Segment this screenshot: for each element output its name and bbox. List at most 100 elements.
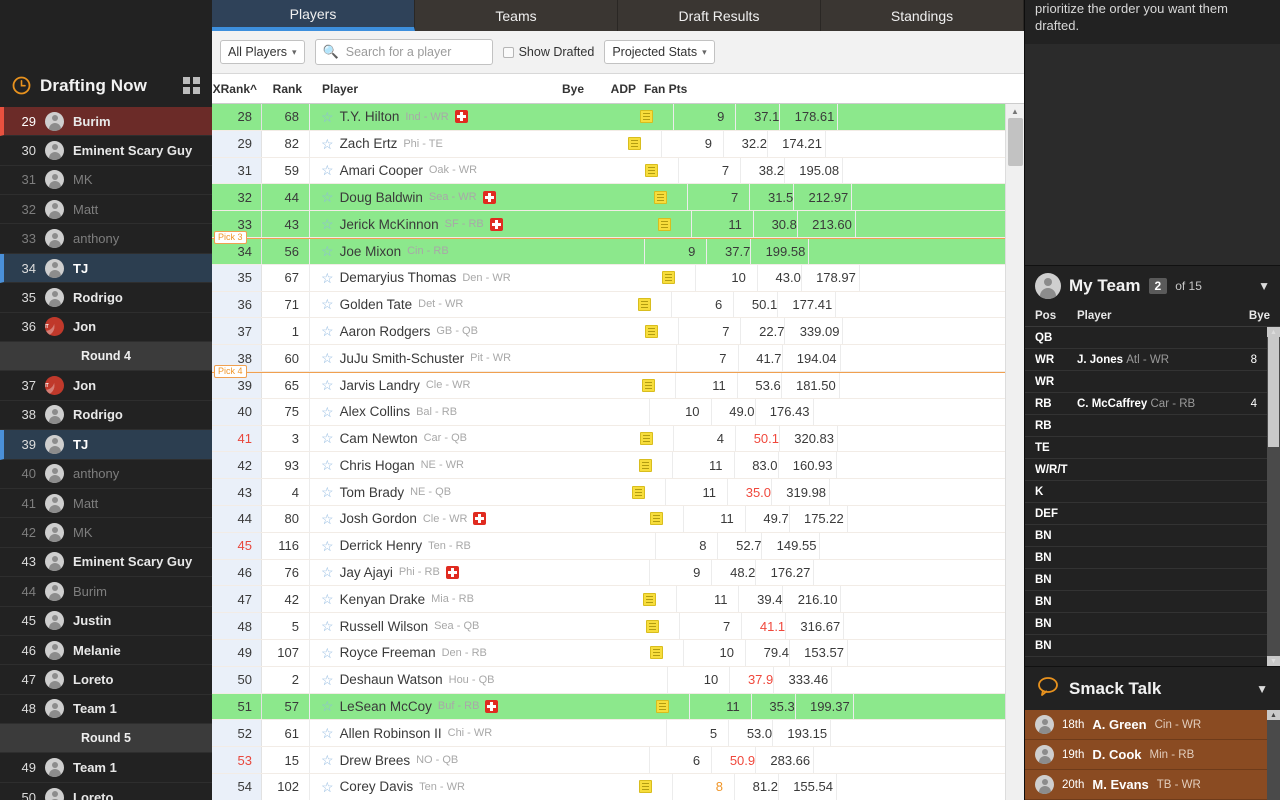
table-row[interactable]: 35 67 ☆ Demaryius Thomas Den - WR 10 43.0 178.9… [212,264,1005,292]
player-name[interactable]: Joe Mixon [340,244,402,259]
roster-slot[interactable]: BN [1025,613,1267,635]
table-row[interactable]: 40 75 ☆ Alex Collins Bal - RB 10 49.0 176.43 [212,398,1005,426]
pick-row[interactable]: 48 Team 1 [0,695,212,725]
news-note-icon[interactable] [654,190,668,204]
cell-player[interactable]: ☆ Josh Gordon Cle - WR [310,505,684,532]
tab-draft-results[interactable]: Draft Results [618,0,821,31]
column-header-player[interactable]: Player [310,82,532,96]
player-name[interactable]: Jerick McKinnon [340,217,439,232]
table-row[interactable]: 50 2 ☆ Deshaun Watson Hou - QB 10 37.9 333.46 [212,666,1005,694]
cell-player[interactable]: ☆ Amari Cooper Oak - WR [310,157,680,184]
watchlist-star-icon[interactable]: ☆ [321,324,334,338]
tab-teams[interactable]: Teams [415,0,618,31]
roster-slot[interactable]: DEF [1025,503,1267,525]
pick-row[interactable]: 42 MK [0,518,212,548]
pick-row[interactable]: 47 Loreto [0,665,212,695]
table-row[interactable]: Pick 4 39 65 ☆ Jarvis Landry Cle - WR 11 53.6 18… [212,364,1005,399]
news-note-icon[interactable] [643,592,657,606]
news-note-icon[interactable] [627,137,641,151]
player-name[interactable]: Amari Cooper [340,163,423,178]
player-name[interactable]: Russell Wilson [340,619,429,634]
roster-rows[interactable]: QB WR J. Jones Atl - WR 8 WR RB C. McCaffrey C… [1025,327,1267,666]
watchlist-star-icon[interactable]: ☆ [321,485,334,499]
pick-row[interactable]: 38 Rodrigo [0,401,212,431]
cell-player[interactable]: ☆ Kenyan Drake Mia - RB [310,586,678,613]
pick-row[interactable]: 32 Matt [0,195,212,225]
smack-talk-header[interactable]: Smack Talk ▼ [1025,666,1280,710]
show-drafted-checkbox[interactable] [502,46,514,58]
tab-bar[interactable]: Players Teams Draft Results Standings [212,0,1024,31]
roster-slot[interactable]: K [1025,481,1267,503]
table-row[interactable]: 49 107 ☆ Royce Freeman Den - RB 10 79.4 153.57 [212,639,1005,667]
table-row[interactable]: 37 1 ☆ Aaron Rodgers GB - QB 7 22.7 339.09 [212,318,1005,346]
table-row[interactable]: 36 71 ☆ Golden Tate Det - WR 6 50.1 177.41 [212,291,1005,319]
grid-view-icon[interactable] [183,77,200,95]
news-note-icon[interactable] [645,324,659,338]
table-row[interactable]: 43 4 ☆ Tom Brady NE - QB 11 35.0 319.98 [212,479,1005,506]
news-note-icon[interactable] [641,378,655,392]
smack-talk-item[interactable]: 18th A. Green Cin - WR [1025,710,1267,740]
table-row[interactable]: 32 44 ☆ Doug Baldwin Sea - WR 7 31.5 212.97 [212,184,1005,212]
table-row[interactable]: 52 61 ☆ Allen Robinson II Chi - WR 5 53.0 193.1… [212,720,1005,748]
watchlist-star-icon[interactable]: ☆ [321,565,334,579]
table-row[interactable]: 28 68 ☆ T.Y. Hilton Ind - WR 9 37.1 178.61 [212,104,1005,131]
roster-slot[interactable]: WR J. Jones Atl - WR 8 [1025,349,1267,371]
roster-slot[interactable]: BN [1025,635,1267,657]
search-input[interactable] [345,45,485,59]
player-rows[interactable]: 28 68 ☆ T.Y. Hilton Ind - WR 9 37.1 178.61 29 82 ☆… [212,104,1005,800]
pick-row[interactable]: 45 Justin [0,607,212,636]
player-name[interactable]: Cam Newton [340,431,418,446]
roster-slot[interactable]: RB C. McCaffrey Car - RB 4 [1025,393,1267,415]
pick-row[interactable]: 29 Burim [0,106,212,137]
player-name[interactable]: Royce Freeman [340,645,436,660]
watchlist-star-icon[interactable]: ☆ [321,458,334,472]
roster-slot[interactable]: TE [1025,437,1267,459]
search-box[interactable]: 🔍 [314,39,493,65]
table-row[interactable]: Pick 3 34 56 ☆ Joe Mixon Cin - RB 9 37.7 199.58 [212,230,1005,265]
table-row[interactable]: 29 82 ☆ Zach Ertz Phi - TE 9 32.2 174.21 [212,130,1005,158]
pick-row[interactable]: 34 TJ [0,253,212,284]
cell-player[interactable]: ☆ Aaron Rodgers GB - QB [310,318,680,345]
roster-scrollbar-thumb[interactable] [1268,337,1279,447]
pick-row[interactable]: 41 Matt [0,489,212,519]
my-team-header[interactable]: My Team 2 of 15 ▼ [1025,265,1280,305]
roster-slot[interactable]: BN [1025,525,1267,547]
cell-player[interactable]: ☆ Deshaun Watson Hou - QB [310,666,669,693]
news-note-icon[interactable] [646,619,660,633]
roster-scrollbar[interactable]: ▲ ▼ [1267,327,1280,666]
table-row[interactable]: 54 102 ☆ Corey Davis Ten - WR 8 81.2 155.54 [212,773,1005,800]
watchlist-star-icon[interactable]: ☆ [321,110,334,124]
cell-player[interactable]: ☆ T.Y. Hilton Ind - WR [310,104,675,130]
watchlist-star-icon[interactable]: ☆ [321,699,334,713]
pick-row[interactable]: 35 Rodrigo [0,283,212,313]
watchlist-star-icon[interactable]: ☆ [321,190,334,204]
table-row[interactable]: 33 43 ☆ Jerick McKinnon SF - RB 11 30.8 213.60 [212,211,1005,238]
cell-player[interactable]: ☆ Allen Robinson II Chi - WR [310,720,668,747]
watchlist-star-icon[interactable]: ☆ [321,592,334,606]
cell-player[interactable]: ☆ LeSean McCoy Buf - RB [310,693,690,720]
stats-mode-select[interactable]: Projected Stats ▾ [604,40,715,64]
watchlist-star-icon[interactable]: ☆ [321,351,334,365]
roster-slot[interactable]: BN [1025,547,1267,569]
scroll-up-icon[interactable]: ▲ [1267,327,1280,337]
column-header-adp[interactable]: ADP [594,82,638,96]
player-name[interactable]: Josh Gordon [340,511,417,526]
cell-player[interactable]: ☆ Corey Davis Ten - WR [310,773,673,800]
player-name[interactable]: Tom Brady [340,485,405,500]
table-row[interactable]: 53 15 ☆ Drew Brees NO - QB 6 50.9 283.66 [212,747,1005,774]
news-note-icon[interactable] [657,217,671,231]
collapse-chevron-icon[interactable]: ▼ [1258,279,1270,293]
watchlist-star-icon[interactable]: ☆ [321,726,334,740]
player-name[interactable]: Golden Tate [340,297,413,312]
cell-player[interactable]: ☆ Chris Hogan NE - WR [310,452,673,479]
news-note-icon[interactable] [649,646,663,660]
watchlist-star-icon[interactable]: ☆ [321,780,334,794]
cell-player[interactable]: ☆ Russell Wilson Sea - QB [310,613,681,639]
watchlist-star-icon[interactable]: ☆ [321,244,334,258]
table-row[interactable]: 51 57 ☆ LeSean McCoy Buf - RB 11 35.3 199.37 [212,693,1005,721]
table-row[interactable]: 44 80 ☆ Josh Gordon Cle - WR 11 49.7 175.22 [212,505,1005,533]
cell-player[interactable]: ☆ Cam Newton Car - QB [310,425,674,452]
scroll-up-icon[interactable]: ▲ [1267,710,1280,720]
watchlist-star-icon[interactable]: ☆ [321,137,334,151]
scroll-down-icon[interactable]: ▼ [1267,656,1280,666]
